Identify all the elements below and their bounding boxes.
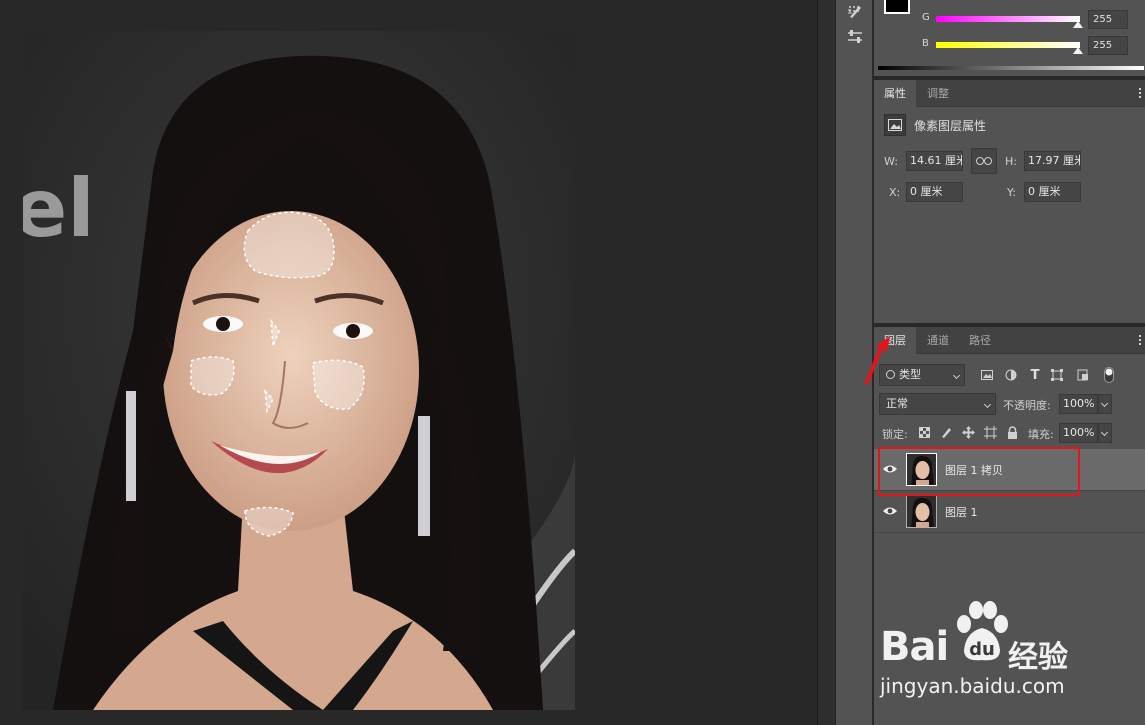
lock-all-icon[interactable] [1004, 424, 1020, 440]
blue-slider-thumb[interactable] [1073, 47, 1083, 54]
blue-value-field[interactable]: 255 [1088, 36, 1128, 55]
color-ramp[interactable] [878, 66, 1144, 70]
vertical-scrollbar[interactable] [817, 0, 835, 725]
paw-logo-icon: du [957, 601, 1008, 661]
blue-slider-row: B 255 [922, 35, 1142, 55]
layer-row-layer-1[interactable]: 图层 1 [874, 491, 1145, 533]
red-arrow-icon [864, 336, 890, 385]
baidu-jingyan-watermark: du Bai 经验 jingyan.baidu.com [878, 600, 1108, 710]
panel-menu-icon[interactable] [1139, 88, 1143, 98]
green-slider-thumb[interactable] [1073, 21, 1083, 28]
green-slider-track[interactable] [936, 16, 1080, 22]
color-panel: G 255 B 255 [874, 0, 1145, 76]
green-slider-row: G 255 [922, 9, 1142, 29]
brush-icon[interactable] [845, 1, 865, 21]
opacity-dropdown[interactable] [1098, 394, 1112, 414]
opacity-label: 不透明度: [1003, 399, 1051, 412]
width-label: W: [884, 155, 898, 168]
filter-adjustment-icon[interactable] [1003, 367, 1019, 383]
height-field[interactable]: 17.97 厘米 [1024, 151, 1081, 171]
filter-toggle-icon[interactable] [1101, 367, 1117, 383]
link-dimensions-icon[interactable] [971, 148, 997, 174]
document-image[interactable]: el [23, 31, 575, 710]
blend-mode-value: 正常 [886, 397, 908, 410]
y-field[interactable]: 0 厘米 [1024, 182, 1081, 202]
filter-smart-object-icon[interactable] [1075, 367, 1091, 383]
watermark-url: jingyan.baidu.com [880, 674, 1065, 698]
filter-shape-icon[interactable] [1049, 367, 1065, 383]
document-canvas-area[interactable]: el [0, 0, 817, 725]
filter-type-icon[interactable]: T [1027, 367, 1043, 383]
tab-adjustments[interactable]: 调整 [917, 80, 959, 107]
properties-tabbar: 属性 调整 [874, 80, 1145, 107]
opacity-field[interactable]: 100% [1059, 394, 1098, 414]
tab-channels[interactable]: 通道 [917, 327, 959, 354]
x-field[interactable]: 0 厘米 [906, 182, 963, 202]
watermark-brand: Bai [880, 624, 949, 670]
lock-artboard-icon[interactable] [982, 424, 998, 440]
properties-header: 像素图层属性 [884, 113, 986, 137]
adjustments-icon[interactable] [845, 27, 865, 47]
width-field[interactable]: 14.61 厘米 [906, 151, 963, 171]
portrait-photo: el [23, 31, 575, 710]
layer-name[interactable]: 图层 1 [945, 504, 978, 520]
svg-text:du: du [969, 639, 995, 660]
layer-thumbnail [906, 495, 937, 528]
fill-field[interactable]: 100% [1059, 423, 1098, 443]
photoshop-window: el G 255 B 255 属性 调整 像素图层属性 W: 14.61 厘米 … [0, 0, 1145, 725]
height-label: H: [1005, 155, 1017, 168]
highlight-box [878, 447, 1080, 496]
y-label: Y: [1007, 186, 1016, 199]
layers-tabbar: 图层 通道 路径 [874, 327, 1145, 354]
blend-mode-dropdown[interactable]: 正常 [879, 393, 996, 415]
properties-title: 像素图层属性 [914, 118, 987, 133]
svg-text:el: el [23, 162, 95, 255]
fill-dropdown[interactable] [1098, 423, 1112, 443]
foreground-color-swatch[interactable] [884, 0, 910, 14]
layer-filter-value: 类型 [899, 368, 921, 381]
blue-slider-track[interactable] [936, 42, 1080, 48]
green-label: G [922, 12, 930, 23]
lock-label: 锁定: [882, 428, 908, 441]
fill-label: 填充: [1028, 428, 1054, 441]
eye-icon[interactable] [882, 505, 898, 517]
pixel-layer-icon [884, 114, 906, 136]
filter-pixel-icon[interactable] [979, 367, 995, 383]
tab-paths[interactable]: 路径 [959, 327, 1001, 354]
tab-properties[interactable]: 属性 [874, 80, 916, 107]
watermark-brand-cn: 经验 [1008, 640, 1068, 675]
lock-brush-icon[interactable] [938, 424, 954, 440]
blue-label: B [922, 38, 929, 49]
x-label: X: [889, 186, 901, 199]
lock-transparent-icon[interactable] [916, 424, 932, 440]
green-value-field[interactable]: 255 [1088, 10, 1128, 29]
lock-move-icon[interactable] [960, 424, 976, 440]
panel-menu-icon[interactable] [1139, 335, 1143, 345]
